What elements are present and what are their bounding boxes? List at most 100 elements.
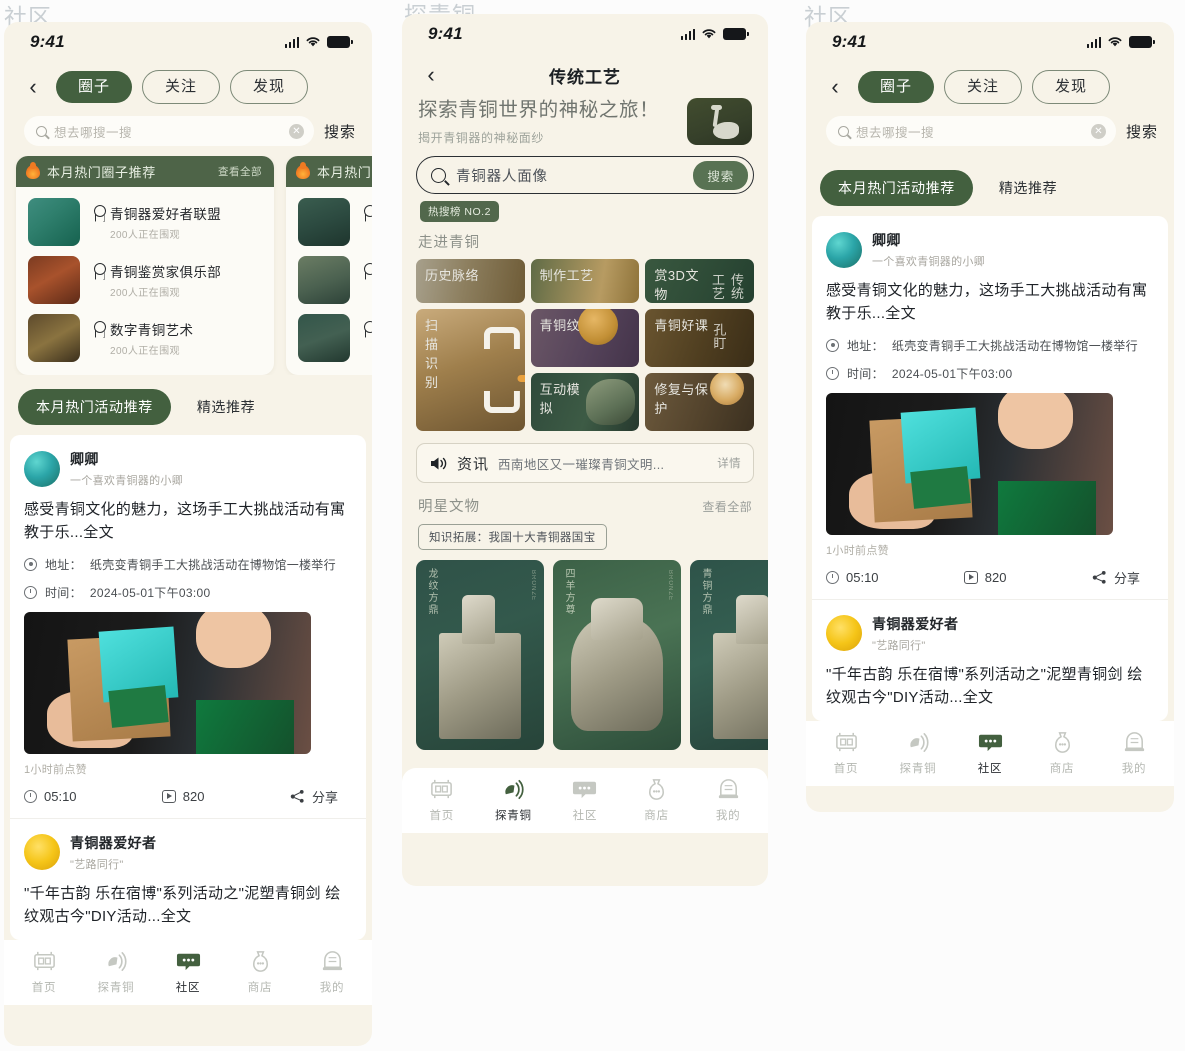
tab-shop[interactable]: 商店 (1032, 730, 1092, 776)
tab-explore[interactable]: 探青铜 (86, 949, 146, 995)
segment-row: 本月热门活动推荐 精选推荐 (806, 156, 1174, 216)
tab-profile[interactable]: 我的 (698, 777, 758, 823)
tile-interactive-sim[interactable]: 互动模拟 (530, 373, 640, 432)
post-text[interactable]: "千年古韵 乐在宿博"系列活动之"泥塑青铜剑 绘纹观古今"DIY活动...全文 (826, 663, 1154, 710)
time-label: 时间： (847, 366, 884, 381)
circle-card[interactable]: 本月热门活动推荐 查看全部 青铜 200人正在围观 (286, 156, 372, 375)
tile-craft[interactable]: 制作工艺 (530, 259, 640, 304)
circle-cards-row[interactable]: 本月热门圈子推荐 查看全部 青铜器爱好者联盟 200人正在围观 青铜鉴赏家俱乐部… (4, 156, 372, 375)
post-text[interactable]: "千年古韵 乐在宿博"系列活动之"泥塑青铜剑 绘纹观古今"DIY活动...全文 (24, 882, 352, 929)
post-media-image[interactable] (24, 611, 311, 754)
tab-discover[interactable]: 发现 (230, 70, 309, 104)
post-card[interactable]: 青铜器爱好者 "艺路同行" "千年古韵 乐在宿博"系列活动之"泥塑青铜剑 绘纹观… (10, 817, 366, 940)
tab-home[interactable]: 首页 (412, 777, 472, 823)
post-card[interactable]: 青铜器爱好者 "艺路同行" "千年古韵 乐在宿博"系列活动之"泥塑青铜剑 绘纹观… (812, 598, 1168, 721)
tab-community[interactable]: 社区 (158, 949, 218, 995)
list-item[interactable]: 青铜 200人正在围观 (286, 251, 372, 309)
tab-circles[interactable]: 圈子 (858, 71, 935, 103)
circle-card[interactable]: 本月热门圈子推荐 查看全部 青铜器爱好者联盟 200人正在围观 青铜鉴赏家俱乐部… (16, 156, 274, 375)
knowledge-chip[interactable]: 知识拓展：我国十大青铜器国宝 (418, 524, 607, 551)
tile-repair-protect[interactable]: 修复与保护 (645, 373, 754, 432)
scan-frame-icon (483, 327, 520, 414)
circle-card-title: 本月热门圈子推荐 (47, 165, 156, 180)
tab-profile[interactable]: 我的 (302, 949, 362, 995)
circle-viewers: 200人正在围观 (362, 284, 372, 299)
view-all-link[interactable]: 查看全部 (218, 164, 262, 179)
artifact-card[interactable]: 青铜方鼎 BRONZE (690, 560, 768, 751)
goose-bronze-thumb-icon[interactable] (687, 98, 752, 145)
explore-bronze-icon (107, 952, 126, 971)
search-button[interactable]: 搜索 (1126, 121, 1158, 142)
list-item[interactable]: 青铜 200人正在围观 (286, 309, 372, 367)
list-item[interactable]: 数字青铜艺术 200人正在围观 (16, 309, 274, 367)
status-bar: 9:41 (4, 22, 372, 62)
tab-shop[interactable]: 商店 (627, 777, 687, 823)
tab-profile[interactable]: 我的 (1104, 730, 1164, 776)
tab-explore[interactable]: 探青铜 (888, 730, 948, 776)
tab-community[interactable]: 社区 (960, 730, 1020, 776)
search-input[interactable]: 想去哪搜一搜 ✕ (24, 116, 314, 146)
explore-search-input[interactable]: 青铜器人面像 搜索 (416, 156, 754, 195)
tab-label: 首页 (429, 810, 455, 823)
top-nav: ‹ 圈子 关注 发现 (806, 62, 1174, 110)
tab-following[interactable]: 关注 (142, 70, 221, 104)
tab-discover[interactable]: 发现 (1032, 70, 1111, 104)
clear-icon[interactable]: ✕ (1090, 123, 1106, 139)
avatar[interactable] (826, 615, 862, 651)
tile-bronze-course[interactable]: 青铜好课 孔盯 (645, 309, 754, 368)
clear-icon[interactable]: ✕ (288, 123, 304, 139)
artifact-sub-caption: BRONZE (667, 570, 673, 602)
tab-circles[interactable]: 圈子 (56, 71, 133, 103)
artifact-card[interactable]: 四羊方尊 BRONZE (553, 560, 681, 751)
avatar[interactable] (826, 231, 862, 268)
segment-hot-activities[interactable]: 本月热门活动推荐 (820, 170, 973, 206)
artifact-card[interactable]: 龙纹方鼎 BRONZE (416, 560, 544, 751)
tab-label: 探青铜 (97, 982, 135, 994)
back-button[interactable]: ‹ (20, 74, 46, 100)
tab-label: 我的 (319, 982, 345, 994)
tile-bronze-pattern[interactable]: 青铜纹样 (530, 309, 640, 368)
tab-shop[interactable]: 商店 (230, 949, 290, 995)
tile-label: 制作工艺 (539, 268, 594, 284)
back-button[interactable]: ‹ (822, 74, 848, 100)
list-item[interactable]: 青铜鉴赏家俱乐部 200人正在围观 (16, 251, 274, 309)
post-card[interactable]: 卿卿 一个喜欢青铜器的小卿 感受青铜文化的魅力，这场手工大挑战活动有寓教于乐..… (812, 216, 1168, 599)
avatar[interactable] (24, 834, 60, 870)
address-label: 地址： (847, 338, 884, 353)
phone-screen-explore: 9:41 ‹ 传统工艺 探索青铜世界的神秘之旅！ 揭开青铜器的神秘面纱 青铜器人… (402, 14, 768, 886)
news-ticker[interactable]: 资讯 西南地区又一璀璨青铜文明... 详情 (416, 443, 754, 484)
view-all-link[interactable]: 查看全部 (702, 498, 752, 515)
avatar[interactable] (24, 450, 60, 487)
search-button[interactable]: 搜索 (324, 121, 356, 142)
post-stats: 05:10 820 分享 (826, 568, 1154, 587)
tab-community[interactable]: 社区 (555, 777, 615, 823)
tile-scan-recognize[interactable]: 扫描识别 (416, 309, 525, 432)
news-detail-link[interactable]: 详情 (717, 455, 741, 471)
medal-icon (362, 205, 372, 221)
post-text[interactable]: 感受青铜文化的魅力，这场手工大挑战活动有寓教于乐...全文 (826, 279, 1154, 326)
search-button[interactable]: 搜索 (693, 160, 748, 190)
segment-hot-activities[interactable]: 本月热门活动推荐 (18, 389, 171, 425)
tab-home[interactable]: 首页 (14, 949, 74, 995)
share-button[interactable]: 分享 (1072, 568, 1154, 587)
post-header: 卿卿 一个喜欢青铜器的小卿 (24, 449, 352, 488)
artifact-carousel[interactable]: 龙纹方鼎 BRONZE 四羊方尊 BRONZE 青铜方鼎 BRONZE (402, 550, 768, 751)
tab-home[interactable]: 首页 (816, 730, 876, 776)
profile-bell-icon (322, 951, 342, 971)
post-text[interactable]: 感受青铜文化的魅力，这场手工大挑战活动有寓教于乐...全文 (24, 498, 352, 545)
tab-label: 探青铜 (494, 810, 532, 823)
search-input[interactable]: 想去哪搜一搜 ✕ (826, 116, 1116, 146)
list-item[interactable]: 青铜 200人正在围观 (286, 193, 372, 251)
page-title: 传统工艺 (549, 67, 621, 87)
post-media-image[interactable] (826, 392, 1113, 535)
segment-featured[interactable]: 精选推荐 (197, 397, 255, 417)
tile-history[interactable]: 历史脉络 (416, 259, 525, 304)
bottom-tab-bar: 首页 探青铜 社区 商店 我的 (806, 721, 1174, 786)
segment-featured[interactable]: 精选推荐 (999, 178, 1057, 198)
tile-view-3d[interactable]: 赏3D文物 传统工艺 (645, 259, 754, 304)
tab-following[interactable]: 关注 (944, 70, 1023, 104)
list-item[interactable]: 青铜器爱好者联盟 200人正在围观 (16, 193, 274, 251)
tab-explore[interactable]: 探青铜 (483, 777, 543, 823)
post-card[interactable]: 卿卿 一个喜欢青铜器的小卿 感受青铜文化的魅力，这场手工大挑战活动有寓教于乐..… (10, 435, 366, 818)
share-button[interactable]: 分享 (270, 787, 352, 806)
